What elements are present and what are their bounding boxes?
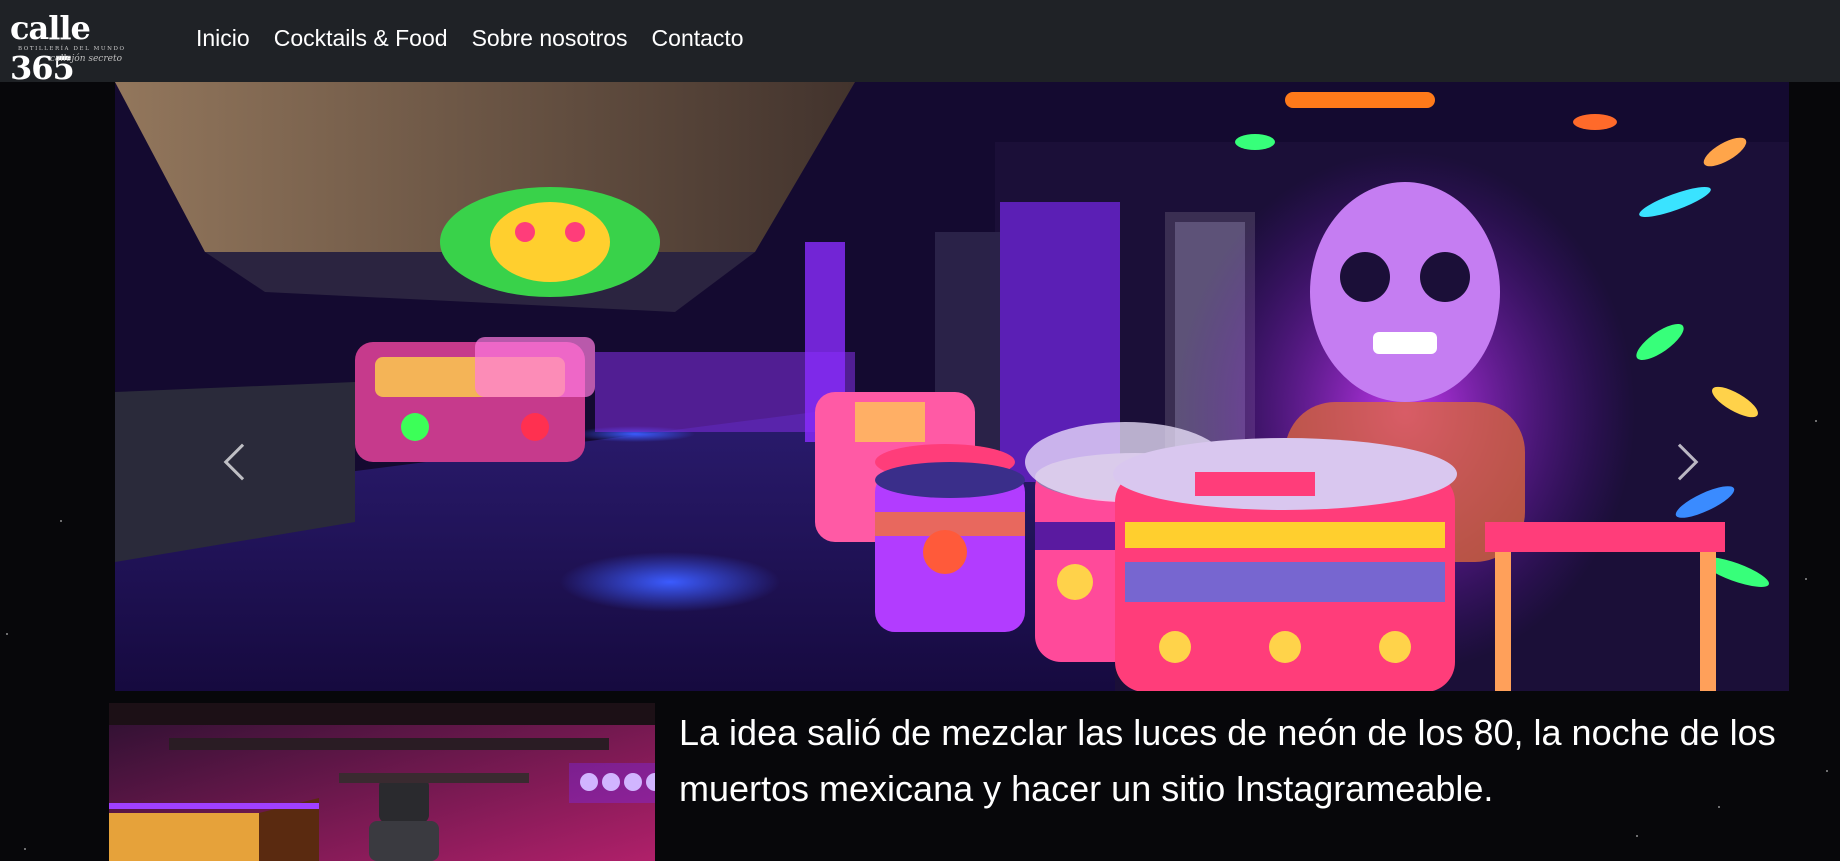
hero-carousel [115,82,1789,691]
nav-link-contacto[interactable]: Contacto [652,22,744,54]
brand-tagline: BOTILLERÍA DEL MUNDO [18,46,126,52]
top-navbar: calle 365 BOTILLERÍA DEL MUNDO callejón … [0,0,1840,87]
stage-lights-image [109,703,655,861]
intro-text: La idea salió de mezclar las luces de ne… [679,712,1776,809]
carousel-prev-button[interactable] [222,432,262,492]
chevron-left-icon [223,443,261,481]
brand-logo[interactable]: calle 365 BOTILLERÍA DEL MUNDO callejón … [10,8,150,87]
chevron-right-icon [1661,443,1699,481]
carousel-next-button[interactable] [1660,432,1700,492]
nav-link-inicio[interactable]: Inicio [196,22,250,54]
neon-bar-interior-image [115,82,1789,691]
nav-link-sobre-nosotros[interactable]: Sobre nosotros [472,22,628,54]
nav-link-cocktails-food[interactable]: Cocktails & Food [274,22,448,54]
nav-links: Inicio Cocktails & Food Sobre nosotros C… [196,22,744,54]
brand-script: callejón secreto [50,54,123,64]
